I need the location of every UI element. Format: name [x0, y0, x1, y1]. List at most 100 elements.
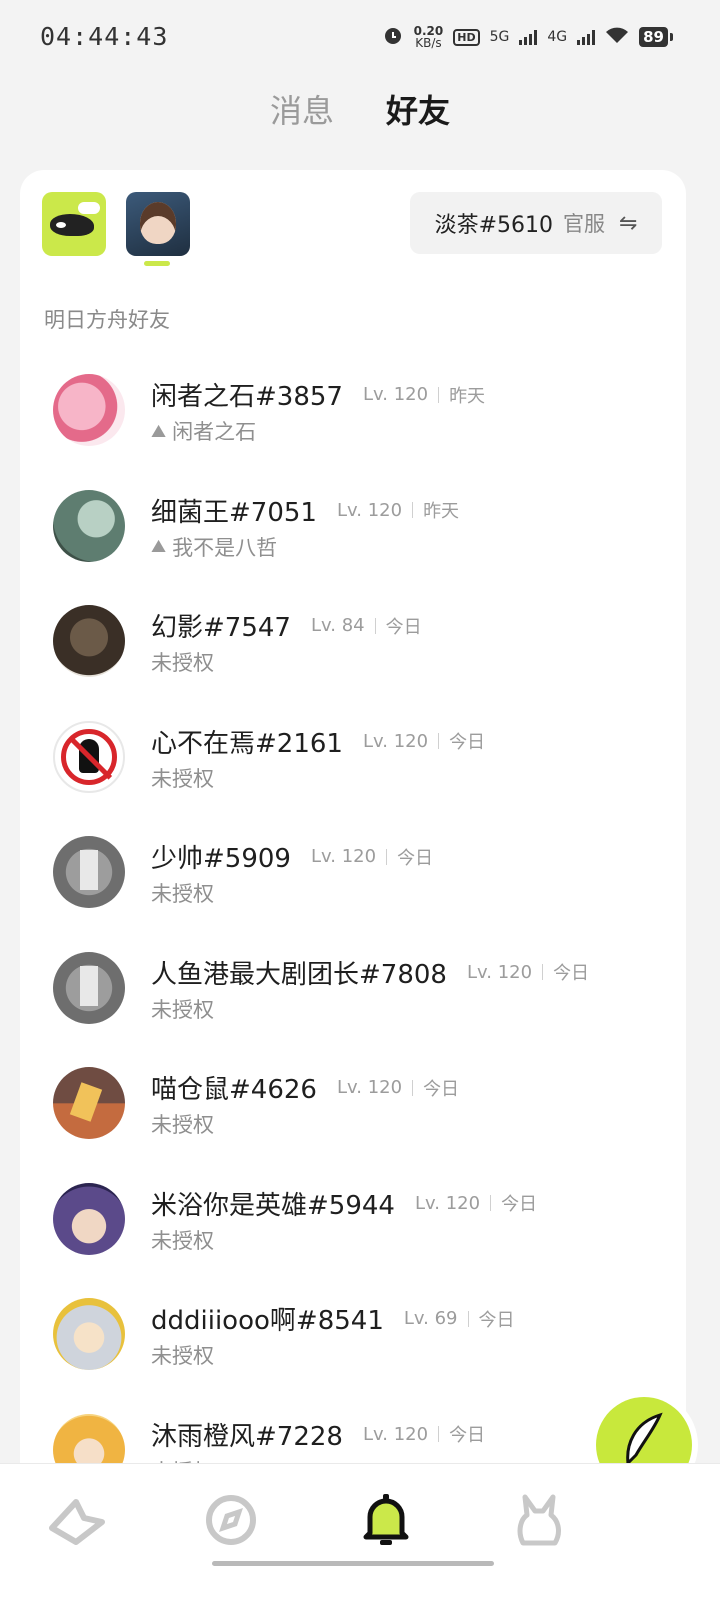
- divider: [386, 848, 388, 865]
- friend-last-active: 今日: [423, 1078, 460, 1100]
- wifi-icon: [605, 26, 629, 48]
- avatar[interactable]: [53, 836, 125, 908]
- status-time: 04:44:43: [40, 22, 169, 51]
- bell-icon: [360, 1491, 412, 1553]
- friend-row[interactable]: 心不在焉#2161 Lv. 120 今日 未授权: [20, 717, 686, 833]
- divider: [467, 1310, 469, 1327]
- avatar[interactable]: [53, 1182, 125, 1255]
- friend-last-active: 今日: [385, 616, 422, 638]
- friend-level: Lv. 84: [310, 615, 365, 636]
- tab-messages[interactable]: 消息: [268, 86, 336, 132]
- avatar[interactable]: [53, 374, 125, 446]
- friend-row[interactable]: 米浴你是英雄#5944 Lv. 120 今日 未授权: [20, 1179, 686, 1295]
- avatar[interactable]: [53, 1067, 125, 1139]
- friend-subtitle: 未授权: [151, 882, 214, 906]
- status-bar: 04:44:43 0.20 KB/s HD 5G 4G 89: [0, 0, 720, 76]
- discover-compass-icon: [203, 1492, 259, 1552]
- friend-subtitle: 我不是八哲: [172, 535, 278, 560]
- friend-name: 幻影#7547: [151, 613, 291, 643]
- battery-icon: 89: [639, 27, 673, 47]
- friend-row[interactable]: 喵仓鼠#4626 Lv. 120 今日 未授权: [20, 1063, 686, 1179]
- friend-name: 沐雨橙风#7228: [151, 1421, 343, 1452]
- mountain-icon: ⛰: [151, 536, 167, 557]
- account-switcher[interactable]: 淡茶#5610 官服 ⇋: [410, 192, 662, 254]
- top-tabs: 消息 好友: [0, 86, 720, 132]
- arknights-game-icon[interactable]: [126, 192, 190, 256]
- account-server: 官服: [563, 212, 605, 236]
- friends-card: 淡茶#5610 官服 ⇋ 明日方舟好友 闲者之石#3857 Lv. 120 昨天 ⛰…: [20, 170, 686, 1500]
- bottom-nav: [0, 1463, 720, 1601]
- divider: [490, 1195, 492, 1211]
- friend-last-active: 今日: [449, 1425, 486, 1446]
- friend-row[interactable]: 细菌王#7051 Lv. 120 昨天 ⛰ 我不是八哲: [20, 486, 686, 602]
- friend-name: dddiiiooo啊#8541: [151, 1306, 384, 1336]
- friend-last-active: 今日: [478, 1309, 515, 1331]
- divider: [438, 1426, 440, 1442]
- friend-level: Lv. 120: [336, 1077, 403, 1098]
- friend-list: 闲者之石#3857 Lv. 120 昨天 ⛰ 闲者之石 细菌王#7051 Lv. 120…: [20, 370, 686, 1500]
- friend-name: 喵仓鼠#4626: [151, 1075, 317, 1105]
- friend-row[interactable]: 闲者之石#3857 Lv. 120 昨天 ⛰ 闲者之石: [20, 370, 686, 486]
- friend-subtitle: 未授权: [151, 997, 214, 1022]
- divider: [412, 502, 414, 518]
- friend-name: 米浴你是英雄#5944: [151, 1190, 395, 1221]
- friend-subtitle: 未授权: [151, 1228, 214, 1253]
- signal-icon-2: [577, 29, 596, 45]
- friend-level: Lv. 120: [362, 384, 429, 405]
- friend-level: Lv. 120: [362, 1423, 429, 1445]
- friend-last-active: 今日: [553, 963, 590, 984]
- avatar[interactable]: [53, 605, 125, 677]
- friend-level: Lv. 120: [414, 1192, 481, 1214]
- friend-row[interactable]: 少帅#5909 Lv. 120 今日 未授权: [20, 832, 686, 948]
- nav-profile[interactable]: [503, 1486, 575, 1558]
- friend-last-active: 昨天: [423, 501, 460, 522]
- friend-level: Lv. 120: [310, 846, 377, 867]
- status-icons: 0.20 KB/s HD 5G 4G 89: [382, 24, 673, 50]
- divider: [374, 617, 376, 634]
- friend-name: 人鱼港最大剧团长#7808: [151, 959, 447, 990]
- swap-icon: ⇋: [619, 210, 638, 236]
- friend-row[interactable]: 幻影#7547 Lv. 84 今日 未授权: [20, 601, 686, 717]
- divider: [438, 733, 440, 749]
- avatar[interactable]: [53, 720, 125, 793]
- friend-name: 细菌王#7051: [151, 497, 317, 528]
- divider: [542, 964, 544, 980]
- friend-name: 少帅#5909: [151, 844, 291, 874]
- divider: [438, 386, 440, 403]
- friend-row[interactable]: dddiiiooo啊#8541 Lv. 69 今日 未授权: [20, 1294, 686, 1410]
- home-indicator: [212, 1561, 494, 1566]
- nav-home[interactable]: [40, 1486, 112, 1558]
- signal-icon: [519, 29, 538, 45]
- friend-subtitle: 未授权: [151, 1344, 214, 1368]
- friend-name: 心不在焉#2161: [151, 728, 343, 759]
- mountain-icon: ⛰: [151, 420, 167, 442]
- hd-icon: HD: [453, 28, 480, 46]
- friend-subtitle: 闲者之石: [172, 420, 257, 444]
- nav-discover[interactable]: [195, 1486, 267, 1558]
- section-title: 明日方舟好友: [44, 308, 170, 332]
- skland-whale-icon[interactable]: [42, 192, 106, 256]
- home-plane-icon: [46, 1492, 106, 1552]
- friend-level: Lv. 120: [336, 499, 403, 521]
- sim1-label: 5G: [489, 29, 510, 45]
- friend-level: Lv. 69: [403, 1308, 458, 1329]
- divider: [412, 1079, 414, 1096]
- sim2-label: 4G: [547, 29, 568, 45]
- friend-subtitle: 未授权: [151, 1113, 214, 1137]
- avatar[interactable]: [53, 489, 125, 562]
- avatar[interactable]: [53, 951, 125, 1024]
- network-speed: 0.20 KB/s: [413, 24, 444, 50]
- friend-row[interactable]: 人鱼港最大剧团长#7808 Lv. 120 今日 未授权: [20, 948, 686, 1064]
- friend-last-active: 昨天: [449, 385, 486, 407]
- game-selector: [42, 192, 190, 256]
- friend-level: Lv. 120: [362, 730, 429, 752]
- account-name: 淡茶#5610: [434, 213, 553, 238]
- friend-last-active: 今日: [397, 847, 434, 869]
- selected-game-indicator: [144, 261, 170, 266]
- friend-name: 闲者之石#3857: [151, 382, 343, 412]
- avatar[interactable]: [53, 1298, 125, 1370]
- friend-last-active: 今日: [449, 732, 486, 753]
- tab-friends[interactable]: 好友: [384, 86, 452, 132]
- friend-level: Lv. 120: [466, 961, 533, 983]
- nav-notifications[interactable]: [350, 1486, 422, 1558]
